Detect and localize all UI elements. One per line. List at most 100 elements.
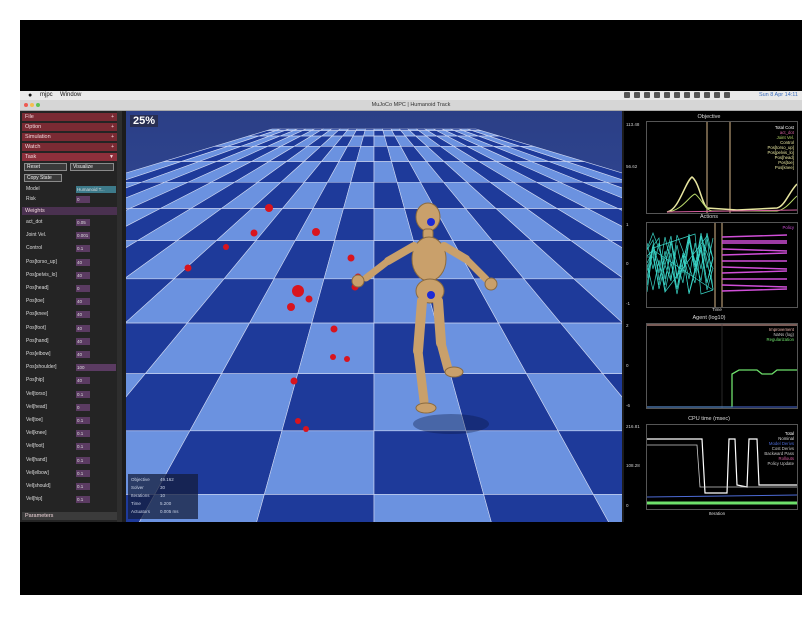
apple-menu-icon[interactable]: ● — [28, 91, 32, 100]
solver-info-box: Objective 49.162 Solver 30 Iterations 10 Time 5… — [128, 474, 198, 519]
weight-slider[interactable]: 0.1 — [76, 483, 90, 490]
weight-slider[interactable]: 0 — [76, 285, 90, 292]
nominal-trace — [721, 248, 788, 252]
minimize-button[interactable] — [30, 103, 34, 107]
info-value: 10 — [160, 493, 166, 498]
weight-row: Pos[hip] 40 — [26, 375, 118, 385]
weight-slider[interactable]: 40 — [76, 351, 90, 358]
weight-row: Vel[hip] 0.1 — [26, 494, 118, 504]
plots-panel: Objective 113.48 56.62 Total Cost act_do… — [624, 111, 802, 522]
weight-slider[interactable]: 40 — [76, 258, 90, 266]
weight-slider[interactable]: 0.1 — [76, 390, 90, 398]
weight-slider[interactable]: 40 — [76, 324, 90, 332]
actions-plot-title: Actions — [699, 214, 719, 220]
app-menu[interactable]: mjpc — [40, 91, 53, 100]
cpu-y-mid: 108.28 — [626, 463, 640, 468]
record-icon[interactable] — [644, 92, 650, 98]
floor-tile — [373, 494, 492, 522]
weight-slider[interactable]: 40 — [76, 311, 90, 319]
weight-row: Pos[torso_up] 40 — [26, 257, 118, 267]
weight-label: Control — [26, 245, 43, 252]
close-button[interactable] — [24, 103, 28, 107]
weight-label: Pos[head] — [26, 285, 49, 291]
window-menu[interactable]: Window — [60, 91, 81, 100]
cpu-y-top: 216.81 — [626, 424, 640, 429]
weight-slider[interactable]: 0.1 — [76, 245, 90, 253]
video-letterbox-top — [20, 20, 802, 91]
volume-icon[interactable] — [654, 92, 660, 98]
weight-label: Vel[head] — [26, 403, 47, 410]
actions-y-mid: 0 — [626, 261, 629, 266]
weight-row: Vel[torso] 0.1 — [26, 389, 118, 399]
control-center-icon[interactable] — [724, 92, 730, 98]
section-label: Option — [25, 124, 42, 130]
bluetooth-icon[interactable] — [664, 92, 670, 98]
section-watch[interactable]: Watch + — [22, 143, 117, 151]
wifi-icon[interactable] — [624, 92, 630, 98]
risk-value[interactable]: 0 — [76, 196, 90, 203]
parameters-header[interactable]: Parameters — [22, 512, 117, 520]
weight-row: Pos[knee] 40 — [26, 309, 118, 319]
section-simulation[interactable]: Simulation + — [22, 133, 117, 141]
section-option[interactable]: Option + — [22, 123, 117, 131]
progress-label: 25% — [130, 115, 159, 127]
search-icon[interactable] — [714, 92, 720, 98]
objective-plot-title: Objective — [697, 114, 721, 120]
weight-slider[interactable]: 0.1 — [76, 443, 90, 451]
weight-slider[interactable]: 0 — [76, 403, 90, 411]
simulation-viewport[interactable] — [126, 111, 622, 522]
weight-slider[interactable]: 0.1 — [76, 496, 90, 504]
input-icon[interactable] — [684, 92, 690, 98]
reset-button[interactable]: Reset — [24, 163, 67, 171]
section-file[interactable]: File + — [22, 113, 117, 121]
weight-slider[interactable]: 0.1 — [76, 456, 90, 464]
weight-label: Vel[should] — [26, 483, 51, 489]
clock-icon[interactable] — [694, 92, 700, 98]
chevron-icon: + — [111, 144, 114, 150]
model-select[interactable]: Humanoid T... — [76, 186, 116, 193]
weights-header[interactable]: Weights — [22, 207, 117, 215]
floor-tile — [373, 430, 485, 495]
weight-slider[interactable]: 40 — [76, 298, 90, 306]
section-label: Watch — [25, 144, 41, 150]
checkered-floor — [126, 128, 622, 522]
nominal-trace — [721, 270, 788, 274]
zoom-button[interactable] — [36, 103, 40, 107]
risk-label: Risk — [26, 196, 36, 202]
weight-label: Pos[shoulder] — [26, 364, 57, 371]
actions-legend: Policy — [783, 225, 794, 230]
weight-label: Pos[elbow] — [26, 351, 51, 357]
trace-marker — [312, 228, 320, 236]
display-icon[interactable] — [634, 92, 640, 98]
weight-row: Vel[toe] 0.1 — [26, 415, 118, 425]
section-task[interactable]: Task ▼ — [22, 153, 117, 161]
weight-row: Pos[head] 0 — [26, 283, 118, 293]
trace-marker — [330, 354, 336, 360]
copy-state-button[interactable]: Copy State — [24, 174, 62, 182]
info-label: Actuators — [131, 509, 151, 514]
weight-slider[interactable]: 40 — [76, 271, 90, 279]
info-value: 49.162 — [160, 477, 174, 482]
menu-clock[interactable]: Sun 8 Apr 14:11 — [759, 91, 798, 100]
visualize-button[interactable]: Visualize — [70, 163, 114, 171]
weight-slider[interactable]: 0.001 — [76, 232, 90, 240]
weight-slider[interactable]: 0.1 — [76, 417, 90, 424]
weight-slider[interactable]: 100 — [76, 364, 116, 372]
info-label: Solver — [131, 485, 144, 490]
weight-slider[interactable]: 0.1 — [76, 469, 90, 477]
weight-row: Vel[knee] 0.1 — [26, 428, 118, 438]
weight-slider[interactable]: 40 — [76, 377, 90, 385]
weight-row: Pos[elbow] 40 — [26, 349, 118, 359]
nominal-trace — [721, 284, 788, 288]
weight-slider[interactable]: 0.1 — [76, 430, 90, 438]
weight-slider[interactable]: 40 — [76, 337, 90, 345]
battery-icon[interactable] — [704, 92, 710, 98]
weight-slider[interactable]: 0.05 — [76, 219, 90, 226]
weight-row: Pos[toe] 40 — [26, 296, 118, 306]
cpu-plot-title: CPU time (msec) — [688, 416, 730, 422]
screen-icon[interactable] — [674, 92, 680, 98]
status-icons — [624, 92, 730, 99]
weight-label: Vel[torso] — [26, 390, 47, 397]
weight-label: Pos[toe] — [26, 298, 45, 305]
chevron-down-icon: ▼ — [109, 154, 114, 160]
